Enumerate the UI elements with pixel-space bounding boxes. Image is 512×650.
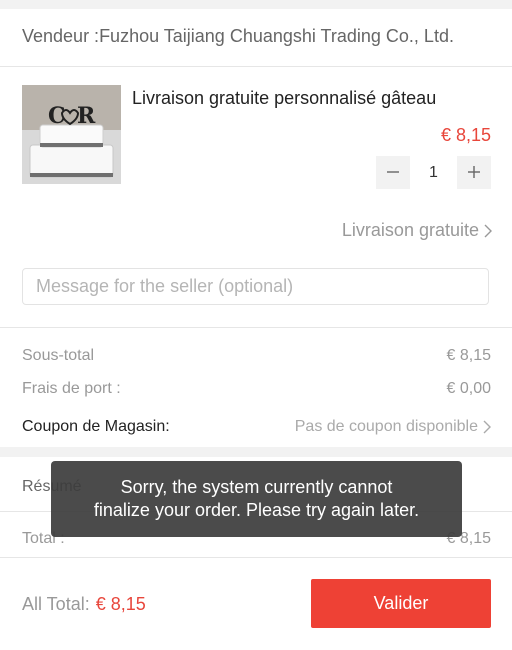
section-gap [0,447,512,457]
top-spacer [0,0,512,9]
seller-message-input[interactable] [23,269,512,304]
increase-quantity-button[interactable] [457,156,491,189]
product-image[interactable]: C R [22,85,121,184]
all-total-label: All Total: [22,594,90,614]
product-price: € 8,15 [440,125,491,145]
cake-image-icon: C R [22,85,121,184]
subtotal-value: € 8,15 [446,347,491,364]
store-coupon-value: Pas de coupon disponible [294,418,478,435]
shipping-fee-value: € 0,00 [446,380,491,397]
error-toast: Sorry, the system currently cannot final… [51,461,462,537]
seller-header[interactable]: Vendeur :Fuzhou Taijiang Chuangshi Tradi… [0,9,512,67]
error-toast-line-2: finalize your order. Please try again la… [93,500,420,520]
quantity-stepper[interactable]: 1 [376,156,491,189]
svg-text:R: R [77,103,96,129]
quantity-value[interactable]: 1 [410,156,457,189]
store-coupon-label: Coupon de Magasin: [22,418,170,435]
store-coupon-selector[interactable]: Pas de coupon disponible [295,418,491,436]
error-toast-line-1: Sorry, the system currently cannot [120,477,393,497]
plus-icon [468,166,480,178]
shipping-method-label: Livraison gratuite [341,220,479,240]
subtotal-label: Sous-total [22,347,95,364]
shipping-fee-label: Frais de port : [22,380,121,397]
all-total: All Total: € 8,15 [22,594,146,615]
seller-name: Vendeur :Fuzhou Taijiang Chuangshi Tradi… [22,26,454,46]
chevron-right-icon [483,420,491,434]
divider [0,327,512,328]
checkout-footer: All Total: € 8,15 Valider [0,558,512,650]
minus-icon [387,171,399,173]
seller-message-field[interactable] [22,268,512,305]
validate-order-button[interactable]: Valider [311,579,491,628]
product-title[interactable]: Livraison gratuite personnalisé gâteau [132,88,436,109]
shipping-method-link[interactable]: Livraison gratuite [342,220,492,241]
all-total-value: € 8,15 [95,594,146,614]
decrease-quantity-button[interactable] [376,156,410,189]
chevron-right-icon [484,224,492,237]
